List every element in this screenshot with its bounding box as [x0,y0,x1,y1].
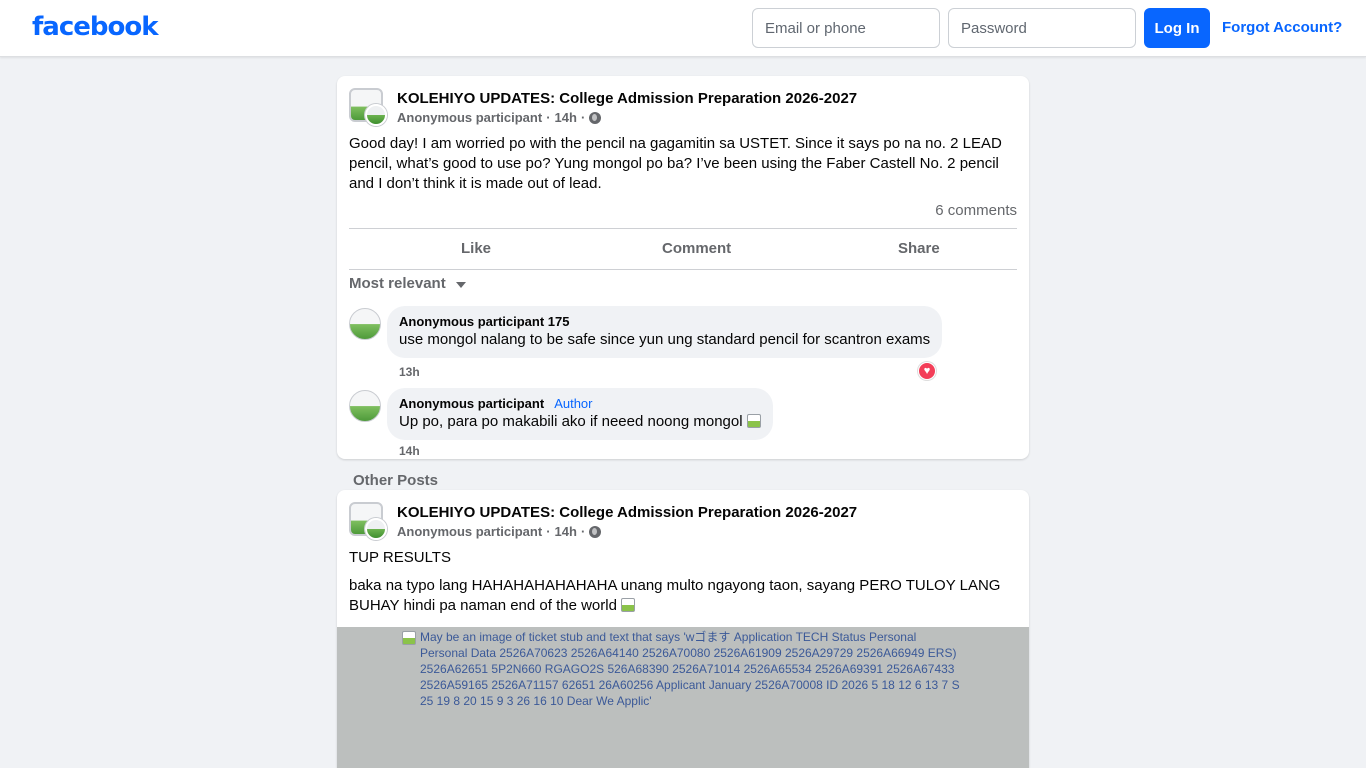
commenter-name-row: Anonymous participant Author [399,396,761,412]
meta-separator: · [546,110,551,125]
other-posts-heading: Other Posts [353,472,439,489]
caret-down-icon [455,282,466,288]
divider [349,228,1017,229]
meta-separator: · [580,524,586,539]
post-author: Anonymous participant [397,524,543,539]
author-badge: Author [554,396,593,411]
profile-image-icon [365,104,387,126]
commenter-avatar[interactable] [349,390,381,422]
post-card: KOLEHIYO UPDATES: College Admission Prep… [337,490,1029,768]
commenter-name[interactable]: Anonymous participant [399,396,544,411]
comment-text-row: Up po, para po makabili ako if neeed noo… [399,412,761,432]
meta-separator: · [546,524,551,539]
group-avatar[interactable] [349,88,387,126]
comment-bubble: Anonymous participant 175 use mongol nal… [387,306,943,358]
post-image[interactable]: May be an image of ticket stub and text … [337,627,1029,768]
post-text: baka na typo lang HAHAHAHAHAHAHA unang m… [349,577,1001,614]
share-button[interactable]: Share [898,240,940,257]
post-body: baka na typo lang HAHAHAHAHAHAHA unang m… [349,576,1009,616]
forgot-account-link[interactable]: Forgot Account? [1222,19,1342,36]
facebook-logo[interactable]: facebook [32,12,159,42]
broken-image-icon [402,631,416,645]
group-avatar[interactable] [349,502,387,540]
globe-icon [589,111,602,124]
post-headline: TUP RESULTS [349,549,451,566]
comment-time[interactable]: 13h [399,365,420,379]
broken-image-icon [620,598,635,612]
meta-separator: · [580,110,586,125]
post-time[interactable]: 14h [555,524,577,539]
post-meta: Anonymous participant · 14h · [397,110,602,125]
email-input[interactable] [752,8,940,48]
divider [349,269,1017,270]
sort-label: Most relevant [349,275,446,292]
comments-count[interactable]: 6 comments [935,202,1017,219]
post-time[interactable]: 14h [555,110,577,125]
comment-text: use mongol nalang to be safe since yun u… [399,331,931,348]
group-name[interactable]: KOLEHIYO UPDATES: College Admission Prep… [397,504,857,521]
comment-text: Up po, para po makabili ako if neeed noo… [399,413,743,430]
globe-icon [589,525,602,538]
top-navbar: facebook Log In Forgot Account? [0,0,1366,57]
heart-reaction-icon[interactable]: ♥ [918,362,936,380]
password-input[interactable] [948,8,1136,48]
image-alt-text: May be an image of ticket stub and text … [420,630,960,708]
comment-sort-dropdown[interactable]: Most relevant [349,275,466,292]
post-card: KOLEHIYO UPDATES: College Admission Prep… [337,76,1029,459]
login-button[interactable]: Log In [1144,8,1210,48]
commenter-name[interactable]: Anonymous participant 175 [399,314,930,330]
broken-image-icon [746,414,761,428]
post-text: Good day! I am worried po with the penci… [349,135,1002,192]
post-meta: Anonymous participant · 14h · [397,524,602,539]
comment-time[interactable]: 14h [399,444,420,458]
profile-image-icon [365,518,387,540]
commenter-avatar[interactable] [349,308,381,340]
comment-button[interactable]: Comment [662,240,731,257]
comment-bubble: Anonymous participant Author Up po, para … [387,388,773,440]
image-alt-text-row: May be an image of ticket stub and text … [402,629,962,709]
like-button[interactable]: Like [461,240,491,257]
group-name[interactable]: KOLEHIYO UPDATES: College Admission Prep… [397,90,857,107]
post-author: Anonymous participant [397,110,543,125]
